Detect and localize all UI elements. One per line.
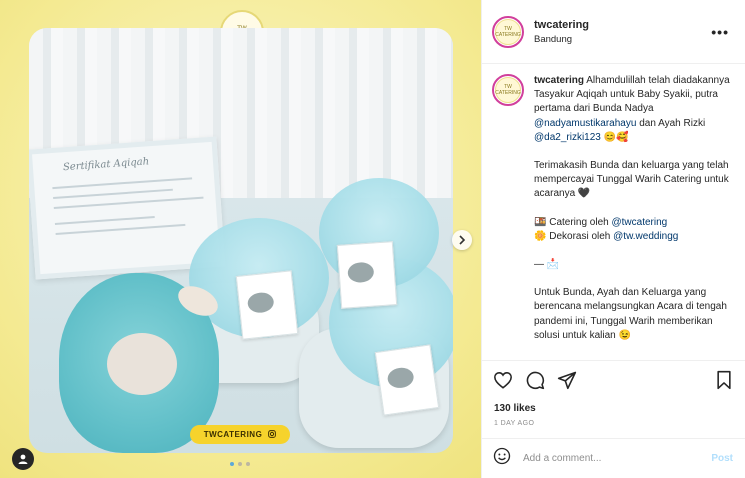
caption-username[interactable]: twcatering [534,75,584,86]
gift-tag [235,270,299,340]
post-comment-button[interactable]: Post [711,453,733,464]
certificate-title: Sertifikat Aqiqah [62,156,150,174]
header-location[interactable]: Bandung [534,34,589,45]
avatar[interactable]: TW CATERING [492,15,524,48]
comment-icon[interactable] [525,370,545,395]
like-icon[interactable] [493,371,513,394]
instagram-icon [268,429,277,440]
post-date[interactable]: 1 DAY AGO [481,414,745,427]
likes-count[interactable]: 130 likes [481,395,745,414]
brand-watermark: TWCATERING [190,425,290,444]
avatar[interactable]: TW CATERING [492,74,524,106]
emoji-icon[interactable] [493,447,511,470]
user-icon [18,454,28,464]
tagged-users-button[interactable] [12,448,34,470]
share-icon[interactable] [557,370,577,395]
mention-link[interactable]: @nadyamustikarahayu [534,118,636,129]
post-actions: 130 likes 1 DAY AGO [481,360,745,427]
caption-offer: Untuk Bunda, Ayah dan Keluarga yang bere… [534,287,727,341]
caption-divider: — 📩 [534,259,560,271]
next-slide-button[interactable] [452,230,472,250]
carousel-dot [246,462,250,466]
post-caption: TW CATERING twcatering Alhamdulillah tel… [492,74,742,360]
post-photo: Sertifikat Aqiqah [29,28,453,453]
chevron-right-icon [459,235,466,245]
mention-link[interactable]: @da2_rizki123 [534,132,601,143]
gift-tag [374,344,440,416]
mention-link[interactable]: @twcatering [612,217,668,228]
post-media[interactable]: TW CATERING Sertifikat Aqiqah [0,0,481,478]
gift-tag [336,241,398,309]
header-username[interactable]: twcatering [534,19,589,31]
mention-link[interactable]: @tw.weddingg [613,231,678,242]
instagram-post: TW CATERING Sertifikat Aqiqah [0,0,745,478]
comment-input[interactable]: Add a comment... [523,453,711,464]
carousel-dot [238,462,242,466]
post-header: TW CATERING twcatering Bandung ••• [482,0,745,64]
save-icon[interactable] [715,370,733,395]
carousel-indicator [230,462,250,466]
more-options-icon[interactable]: ••• [711,25,729,39]
caption-thanks: Terimakasih Bunda dan keluarga yang tela… [534,160,729,200]
carousel-dot [230,462,234,466]
comment-box: Add a comment... Post [481,438,745,478]
